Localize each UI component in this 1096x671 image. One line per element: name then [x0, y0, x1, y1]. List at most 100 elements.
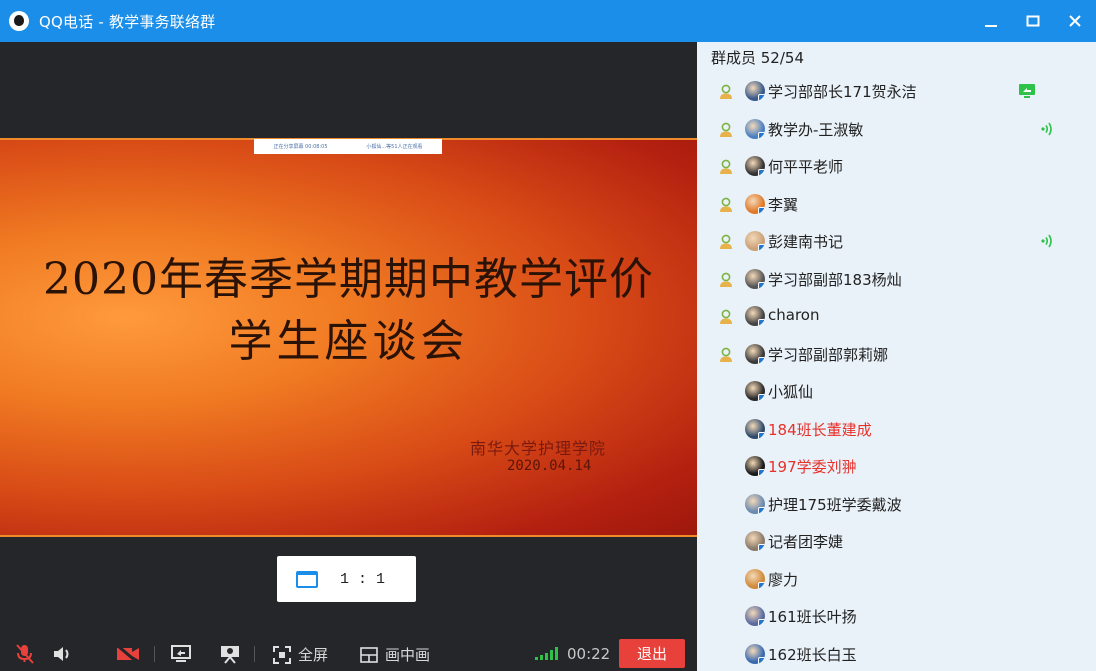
- member-item[interactable]: 彭建南书记: [697, 223, 1096, 260]
- member-item[interactable]: 护理175班学委戴波: [697, 486, 1096, 523]
- member-item[interactable]: 197学委刘翀: [697, 448, 1096, 485]
- avatar: [745, 531, 765, 551]
- person-icon: [718, 122, 734, 138]
- member-item[interactable]: 学习部副部183杨灿: [697, 261, 1096, 298]
- device-badge-icon: [758, 319, 765, 326]
- member-item[interactable]: 李翼: [697, 186, 1096, 223]
- device-badge-icon: [758, 206, 765, 214]
- sharing-screen-icon: [1017, 82, 1037, 104]
- person-icon: [718, 197, 734, 213]
- screen-share-status-bar: 正在分享屏幕 00:08:05 小狐仙...等51人正在观看: [254, 139, 442, 154]
- pip-label: 画中画: [385, 646, 431, 664]
- slide-border: [0, 535, 697, 537]
- view-ratio-button[interactable]: 1 : 1: [277, 556, 416, 602]
- member-item[interactable]: 162班长白玉: [697, 636, 1096, 671]
- member-name: 161班长叶扬: [768, 608, 857, 626]
- member-name: 廖力: [768, 570, 799, 589]
- avatar: [745, 568, 765, 589]
- member-item[interactable]: 小狐仙: [697, 373, 1096, 410]
- avatar: [745, 268, 765, 289]
- slide-title: 2020年春季学期期中教学评价: [43, 254, 654, 305]
- exit-call-button[interactable]: 退出: [619, 639, 685, 668]
- avatar: [745, 231, 765, 251]
- maximize-icon: [1026, 15, 1040, 27]
- mic-muted-icon: [16, 644, 34, 664]
- person-icon: [718, 234, 734, 250]
- avatar: [745, 418, 765, 439]
- avatar: [745, 606, 765, 626]
- call-timer: 00:22: [533, 636, 610, 671]
- member-name: charon: [768, 306, 820, 324]
- avatar: [745, 306, 765, 326]
- member-name: 学习部副部183杨灿: [768, 270, 902, 289]
- slide-subtitle: 学生座谈会: [228, 316, 469, 367]
- slide-date: 2020.04.14: [507, 458, 592, 474]
- close-icon: [1069, 15, 1081, 27]
- speaker-button[interactable]: [52, 644, 74, 664]
- call-duration: 00:22: [567, 644, 611, 663]
- title-bar: QQ电话 - 教学事务联络群: [0, 0, 1096, 42]
- avatar: [745, 118, 765, 139]
- avatar: [745, 493, 765, 514]
- share-screen-button[interactable]: [170, 644, 192, 664]
- mic-button[interactable]: [14, 644, 36, 664]
- device-badge-icon: [758, 281, 765, 289]
- device-badge-icon: [758, 469, 765, 476]
- member-name: 护理175班学委戴波: [768, 495, 902, 514]
- member-item[interactable]: 学习部副部郭莉娜: [697, 336, 1096, 373]
- presenter-button[interactable]: [219, 644, 241, 664]
- device-badge-icon: [758, 356, 765, 364]
- device-badge-icon: [758, 244, 765, 251]
- divider: [154, 646, 155, 662]
- member-item[interactable]: 记者团李婕: [697, 523, 1096, 560]
- viewer-count-text: 小狐仙...等51人正在观看: [366, 144, 423, 150]
- presentation-slide: 2020年春季学期期中教学评价 学生座谈会 南华大学护理学院 2020.04.1…: [0, 140, 697, 535]
- avatar: [745, 343, 765, 364]
- member-item[interactable]: 161班长叶扬: [697, 598, 1096, 635]
- device-badge-icon: [758, 394, 765, 401]
- device-badge-icon: [758, 431, 765, 439]
- device-badge-icon: [758, 506, 765, 514]
- member-item[interactable]: 教学办-王淑敏: [697, 111, 1096, 148]
- share-status-text: 正在分享屏幕 00:08:05: [273, 144, 328, 150]
- device-badge-icon: [758, 94, 765, 101]
- camera-button[interactable]: [115, 644, 141, 664]
- view-ratio-label: 1 : 1: [340, 570, 386, 588]
- avatar: [745, 81, 765, 101]
- person-icon: [718, 84, 734, 100]
- maximize-button[interactable]: [1012, 0, 1054, 42]
- member-item[interactable]: 184班长董建成: [697, 411, 1096, 448]
- minimize-button[interactable]: [970, 0, 1012, 42]
- speaking-icon: [1039, 232, 1057, 254]
- member-name: 学习部副部郭莉娜: [768, 345, 889, 364]
- members-count: 群成员 52/54: [711, 49, 804, 67]
- shared-screen-pane: 2020年春季学期期中教学评价 学生座谈会 南华大学护理学院 2020.04.1…: [0, 42, 697, 671]
- avatar: [745, 193, 765, 214]
- window-icon: [296, 570, 318, 588]
- device-badge-icon: [758, 619, 765, 626]
- close-button[interactable]: [1054, 0, 1096, 42]
- member-name: 教学办-王淑敏: [768, 120, 864, 139]
- member-name: 184班长董建成: [768, 420, 872, 439]
- avatar: [745, 643, 765, 664]
- member-item[interactable]: 廖力: [697, 561, 1096, 598]
- member-name: 何平平老师: [768, 158, 844, 176]
- pip-icon: [360, 646, 378, 663]
- divider: [254, 646, 255, 662]
- device-badge-icon: [758, 131, 765, 139]
- member-name: 162班长白玉: [768, 645, 857, 664]
- signal-strength-icon: [535, 646, 558, 660]
- fullscreen-button[interactable]: 全屏: [272, 644, 328, 665]
- member-item[interactable]: 何平平老师: [697, 148, 1096, 185]
- member-name: 学习部部长171贺永洁: [768, 83, 917, 101]
- minimize-icon: [985, 25, 997, 27]
- picture-in-picture-button[interactable]: 画中画: [359, 644, 430, 665]
- person-icon: [718, 309, 734, 325]
- speaker-icon: [54, 647, 69, 661]
- member-item[interactable]: charon: [697, 298, 1096, 335]
- member-item[interactable]: 学习部部长171贺永洁: [697, 73, 1096, 110]
- person-icon: [718, 159, 734, 175]
- device-badge-icon: [758, 656, 765, 664]
- members-panel: 群成员 52/54 学习部部长171贺永洁 教学办-王淑敏 何平平老师李翼 彭建南书记…: [697, 42, 1096, 671]
- share-screen-icon: [171, 645, 191, 662]
